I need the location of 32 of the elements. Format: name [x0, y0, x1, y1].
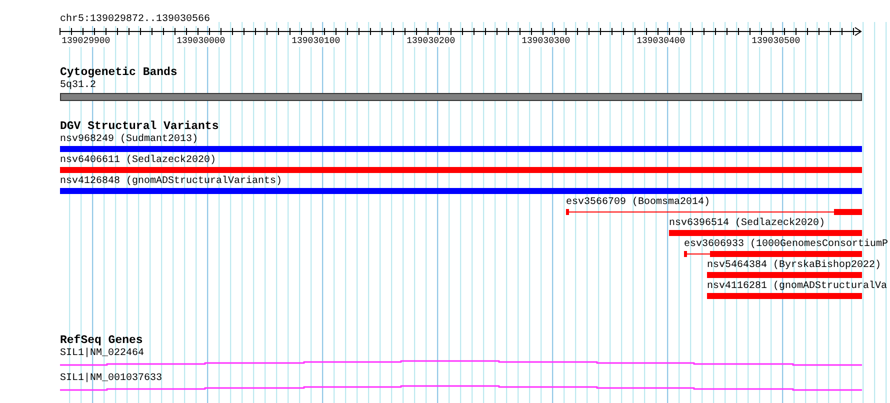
variant-glyph[interactable] [566, 209, 862, 215]
variant-glyph[interactable] [684, 251, 862, 257]
ruler-label: 139029900 [62, 35, 110, 47]
gene-line[interactable] [60, 360, 862, 366]
ruler-label: 139030100 [292, 35, 340, 47]
ruler-label: 139030500 [752, 35, 800, 47]
ruler-label: 139030400 [636, 35, 686, 47]
variant-label: nsv6396514 (Sedlazeck2020) [669, 218, 826, 230]
track-title: RefSeq Genes [60, 335, 143, 347]
variant-bar[interactable] [60, 188, 862, 194]
gene-label: SIL1|NM_022464 [60, 348, 144, 360]
variant-bar[interactable] [707, 272, 862, 278]
variant-bar[interactable] [707, 293, 862, 299]
ruler-label: 139030200 [406, 35, 456, 47]
location-label: chr5:139029872..139030566 [60, 14, 210, 26]
variant-label: nsv968249 (Sudmant2013) [60, 134, 198, 146]
variant-label: esv3566709 (Boomsma2014) [566, 197, 710, 209]
variant-label: nsv6406611 (Sedlazeck2020) [60, 155, 216, 167]
variant-label: esv3606933 (1000GenomesConsortiumP [684, 239, 888, 251]
variant-label: nsv4126848 (gnomADStructuralVariants) [60, 176, 282, 188]
variant-label: nsv5464384 (ByrskaBishop2022) [707, 260, 882, 272]
gene-label: SIL1|NM_001037633 [60, 373, 162, 385]
ruler-label: 139030000 [176, 35, 226, 47]
variant-bar[interactable] [60, 167, 862, 173]
gene-line[interactable] [60, 385, 862, 391]
variant-label: nsv4116281 (gnomADStructuralVa [707, 281, 888, 293]
track-title: Cytogenetic Bands [60, 67, 178, 79]
band-label: 5q31.2 [60, 80, 96, 92]
variant-bar[interactable] [60, 146, 862, 152]
track-title: DGV Structural Variants [60, 121, 219, 133]
variant-bar[interactable] [669, 230, 862, 236]
ruler-label: 139030300 [522, 35, 570, 47]
